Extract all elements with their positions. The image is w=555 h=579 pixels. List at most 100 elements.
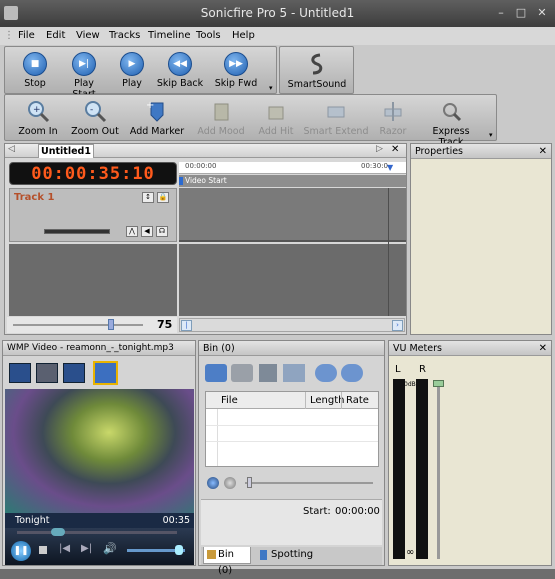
menu-view[interactable]: View <box>76 30 100 41</box>
wmp-title: WMP Video - reamonn_-_tonight.mp3 <box>7 343 174 353</box>
timeline-hscrollbar[interactable]: | › <box>179 318 405 332</box>
time-ruler[interactable]: 00:00:00 00:30:0 ▼ <box>179 162 406 174</box>
skip-fwd-icon: ▶▶ <box>224 52 248 76</box>
tab-spotting[interactable]: Spotting <box>257 547 321 564</box>
wmp-stop-icon[interactable] <box>39 546 47 554</box>
bin-col-file[interactable]: File <box>221 395 238 406</box>
timecode-display: 00:00:35:10 <box>9 162 177 185</box>
track-expand-icon[interactable]: ↕ <box>142 192 154 203</box>
menu-edit[interactable]: Edit <box>46 30 65 41</box>
razor-button[interactable]: Razor <box>371 99 415 137</box>
vu-left-label: L <box>395 364 401 375</box>
track-header[interactable]: Track 1 ↕ 🔒 ⋀ ◀ ☊ <box>9 188 177 242</box>
wmp-volume-icon[interactable]: 🔊 <box>103 542 117 555</box>
wmp-volume-thumb[interactable] <box>175 545 183 555</box>
menu-help[interactable]: Help <box>232 30 255 41</box>
wmp-film-icon[interactable] <box>63 363 85 383</box>
zoom-in-button[interactable]: + Zoom In <box>13 99 63 137</box>
bin-preview-slider[interactable] <box>245 482 373 484</box>
bin-play-icon[interactable] <box>315 364 337 382</box>
smartsound-button[interactable]: SmartSound <box>284 52 350 90</box>
wmp-prev-icon[interactable]: |◀ <box>59 543 70 554</box>
title-bar: Sonicfire Pro 5 - Untitled1 – □ ✕ <box>0 0 555 27</box>
track-lane[interactable] <box>179 188 406 242</box>
tab-scroll-left-icon[interactable]: ◁ <box>8 144 15 154</box>
toolbar-overflow-icon[interactable]: ▾ <box>269 84 273 92</box>
wmp-view-icon[interactable] <box>93 361 118 385</box>
track-envelope-icon[interactable]: ⋀ <box>126 226 138 237</box>
stop-button[interactable]: ■ Stop <box>15 52 55 89</box>
marker-icon: + <box>145 99 169 123</box>
smart-extend-icon <box>324 99 348 123</box>
wmp-toolbar <box>7 361 187 385</box>
minimize-button[interactable]: – <box>492 4 510 21</box>
bin-col-rate[interactable]: Rate <box>341 392 369 409</box>
zoom-slider-thumb[interactable] <box>107 319 114 330</box>
scroll-right-icon[interactable]: › <box>392 320 403 331</box>
express-track-button[interactable]: Express Track <box>419 99 483 148</box>
tab-strip: ◁ Untitled1 ▷ ✕ <box>5 144 406 158</box>
tab-close-icon[interactable]: ✕ <box>391 144 399 155</box>
ruler-end-label: 00:30:0 <box>361 162 388 170</box>
track-volume-bar[interactable] <box>44 229 110 234</box>
tab-untitled1[interactable]: Untitled1 <box>38 144 94 158</box>
bin-info-area: Start: 00:00:00 <box>201 499 382 545</box>
svg-text:-: - <box>90 105 93 115</box>
tab-scroll-right-icon[interactable]: ▷ <box>376 144 383 154</box>
vu-gain-slider[interactable] <box>437 383 440 559</box>
bin-stop-icon[interactable] <box>341 364 363 382</box>
zoom-out-button[interactable]: - Zoom Out <box>67 99 123 137</box>
add-marker-button[interactable]: + Add Marker <box>127 99 187 137</box>
bin-save-icon[interactable] <box>259 364 277 382</box>
play-button[interactable]: ▶ Play <box>115 52 149 89</box>
menu-file[interactable]: File <box>18 30 35 41</box>
playhead-icon[interactable]: ▼ <box>387 163 393 172</box>
track-solo-icon[interactable]: ☊ <box>156 226 168 237</box>
edit-toolbar-overflow-icon[interactable]: ▾ <box>489 131 493 139</box>
bin-file-list[interactable]: File Length Rate <box>205 391 379 467</box>
track-mute-icon[interactable]: ◀ <box>141 226 153 237</box>
wmp-seek-thumb[interactable] <box>51 528 65 536</box>
bin-preview-stop-icon[interactable] <box>224 477 236 489</box>
bin-col-length[interactable]: Length <box>305 392 345 409</box>
scroll-left-icon[interactable]: | <box>181 320 192 331</box>
wmp-remove-video-icon[interactable] <box>36 363 58 383</box>
menu-tracks[interactable]: Tracks <box>109 30 140 41</box>
smart-extend-button[interactable]: Smart Extend <box>303 99 369 137</box>
wmp-next-icon[interactable]: ▶| <box>81 543 92 554</box>
wmp-pause-icon[interactable]: ❚❚ <box>11 541 31 561</box>
vu-gain-thumb[interactable] <box>433 380 444 387</box>
menu-tools[interactable]: Tools <box>196 30 221 41</box>
close-button[interactable]: ✕ <box>533 4 551 21</box>
zoom-out-icon: - <box>83 99 107 123</box>
add-hit-button[interactable]: Add Hit <box>253 99 299 137</box>
ruler-start-label: 00:00:00 <box>185 162 217 170</box>
video-track-strip: Video Start <box>179 175 406 187</box>
bin-add-to-timeline-icon[interactable] <box>283 364 305 382</box>
track-lock-icon[interactable]: 🔒 <box>157 192 169 203</box>
track-header-empty <box>9 244 177 316</box>
zoom-in-icon: + <box>26 99 50 123</box>
zoom-slider-track[interactable] <box>13 324 143 326</box>
bin-preview-thumb[interactable] <box>247 477 252 488</box>
maximize-button[interactable]: □ <box>512 4 530 21</box>
skip-back-button[interactable]: ◀◀ Skip Back <box>155 52 205 89</box>
vu-close-icon[interactable]: ✕ <box>539 341 547 356</box>
wmp-seek-bar[interactable] <box>17 531 177 534</box>
skip-fwd-button[interactable]: ▶▶ Skip Fwd <box>211 52 261 89</box>
menu-timeline[interactable]: Timeline <box>148 30 191 41</box>
vu-left-meter <box>393 379 405 559</box>
play-start-button[interactable]: ▶| Play Start <box>61 52 107 100</box>
properties-close-icon[interactable]: ✕ <box>539 144 547 159</box>
zoom-slider-area: 75 <box>7 317 177 333</box>
tab-bin[interactable]: Bin (0) <box>203 547 251 576</box>
vu-meters-panel: VU Meters ✕ L R 0dB ∞ <box>388 340 552 566</box>
razor-icon <box>381 99 405 123</box>
bin-grid-line <box>217 409 218 466</box>
bin-add-icon[interactable] <box>205 364 227 382</box>
wmp-add-video-icon[interactable] <box>9 363 31 383</box>
vu-right-meter <box>416 379 428 559</box>
add-mood-button[interactable]: Add Mood <box>193 99 249 137</box>
bin-preview-play-icon[interactable] <box>207 477 219 489</box>
bin-remove-icon[interactable] <box>231 364 253 382</box>
